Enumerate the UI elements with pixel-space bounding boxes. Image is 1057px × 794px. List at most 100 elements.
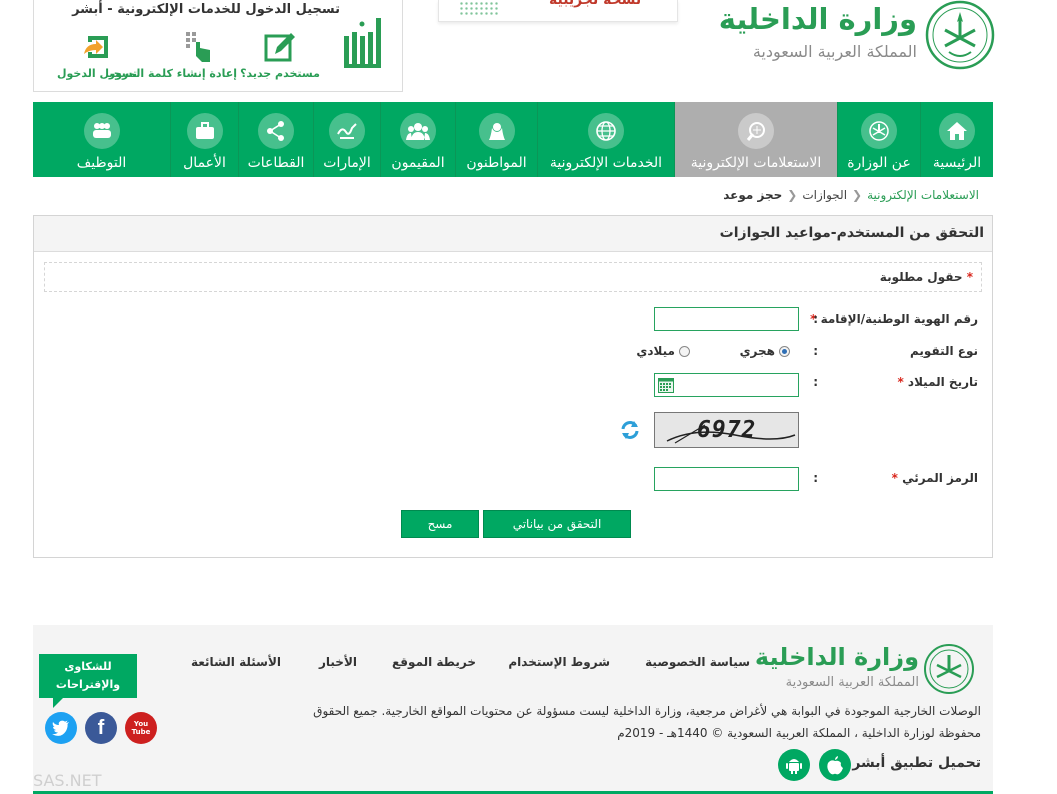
google-play-button[interactable] (778, 749, 810, 781)
footer-ministry-logo[interactable]: وزارة الداخلية المملكة العربية السعودية (755, 643, 975, 703)
birth-date-input[interactable] (654, 373, 799, 397)
youtube-icon: You Tube (131, 720, 151, 736)
home-icon (939, 113, 975, 149)
emirates-icon (329, 113, 365, 149)
watermark: SAS.NET (33, 771, 102, 790)
nav-business[interactable]: الأعمال (170, 102, 238, 177)
required-fields-note: * حقول مطلوبة (44, 262, 982, 292)
nav-residents[interactable]: المقيمون (380, 102, 455, 177)
footer-ministry-name: وزارة الداخلية (754, 643, 919, 671)
breadcrumb-current: حجز موعد (723, 188, 783, 202)
nav-label: الاستعلامات الإلكترونية (690, 155, 822, 171)
footer-link-faq[interactable]: الأسئلة الشائعة (191, 655, 281, 669)
refresh-icon[interactable] (619, 419, 641, 441)
panel-header: التحقق من المستخدم-مواعيد الجوازات (34, 216, 992, 252)
complaints-button[interactable]: للشكاوى والإقتراحات (39, 654, 137, 708)
radio-unselected-icon[interactable] (679, 345, 690, 357)
verification-panel: التحقق من المستخدم-مواعيد الجوازات * حقو… (33, 215, 993, 558)
residents-icon (400, 113, 436, 149)
briefcase-icon (186, 113, 223, 149)
required-star: * (897, 375, 904, 389)
touch-keypad-icon (186, 32, 210, 62)
emblem-icon (861, 113, 897, 149)
pencil-icon (264, 33, 295, 62)
radio-selected-icon[interactable] (779, 345, 790, 357)
required-star: * (966, 270, 973, 284)
captcha-input[interactable] (654, 467, 799, 491)
calendar-icon[interactable] (658, 378, 674, 393)
nav-eservices[interactable]: الخدمات الإلكترونية (537, 102, 674, 177)
ministry-logo[interactable]: وزارة الداخلية المملكة العربية السعودية (719, 0, 995, 80)
birth-date-label-text: تاريخ الميلاد (907, 375, 978, 389)
nav-label: الإمارات (323, 155, 371, 171)
footer-link-privacy[interactable]: سياسة الخصوصية (645, 655, 750, 669)
colon: : (813, 375, 818, 389)
chevron-left-icon: ❮ (787, 188, 798, 202)
login-arrow-icon (84, 36, 108, 58)
absher-logo-icon[interactable] (342, 14, 384, 76)
footer: وزارة الداخلية المملكة العربية السعودية … (33, 625, 993, 794)
banner-text: نسخة تجريبية (549, 0, 642, 8)
apple-icon (827, 756, 843, 775)
clear-button[interactable]: مسح (401, 510, 479, 538)
absher-login-box: تسجيل الدخول للخدمات الإلكترونية - أبشر … (33, 0, 403, 92)
id-label: رقم الهوية الوطنية/الإقامة * (810, 312, 978, 326)
login-label: تسجيل الدخول (56, 67, 137, 80)
footer-link-terms[interactable]: شروط الإستخدام (508, 655, 610, 669)
nav-emirates[interactable]: الإمارات (313, 102, 380, 177)
nav-label: الأعمال (183, 155, 226, 171)
captcha-label-text: الرمز المرئي (902, 471, 978, 485)
captcha-text: 6972 (697, 417, 757, 443)
disclaimer-line-1: الوصلات الخارجية الموجودة في البوابة هي … (313, 704, 981, 718)
twitter-button[interactable] (45, 712, 77, 744)
reset-password-link[interactable]: إعادة إنشاء كلمة المرور (109, 30, 237, 80)
new-user-link[interactable]: مستخدم جديد؟ (240, 30, 320, 80)
ministry-subtitle: المملكة العربية السعودية (752, 42, 917, 61)
gregorian-label: ميلادي (636, 344, 675, 358)
facebook-icon: f (97, 716, 105, 739)
nav-home[interactable]: الرئيسية (920, 102, 993, 177)
footer-ministry-subtitle: المملكة العربية السعودية (785, 675, 919, 690)
new-user-label: مستخدم جديد؟ (240, 67, 320, 80)
hijri-radio[interactable]: هجري (740, 344, 790, 358)
nav-label: المقيمون (391, 155, 445, 171)
login-link[interactable]: تسجيل الدخول (57, 30, 137, 80)
nav-label: الرئيسية (932, 155, 982, 171)
breadcrumb-passports[interactable]: الجوازات (802, 188, 847, 202)
verify-button[interactable]: التحقق من بياناتي (483, 510, 631, 538)
footer-link-sitemap[interactable]: خريطة الموقع (392, 655, 476, 669)
panel-title: التحقق من المستخدم-مواعيد الجوازات (719, 225, 984, 241)
share-nodes-icon (258, 113, 294, 149)
nav-label: الخدمات الإلكترونية (549, 155, 663, 171)
captcha-image: 6972 (654, 412, 799, 448)
nav-citizens[interactable]: المواطنون (455, 102, 537, 177)
gregorian-radio[interactable]: ميلادي (636, 344, 690, 358)
dots-pattern-icon (459, 0, 499, 16)
colon: : (813, 344, 818, 358)
globe-icon (588, 113, 624, 149)
nav-about[interactable]: عن الوزارة (837, 102, 920, 177)
facebook-button[interactable]: f (85, 712, 117, 744)
nav-sectors[interactable]: القطاعات (238, 102, 313, 177)
app-download-title: تحميل تطبيق أبشر (852, 755, 981, 771)
id-number-input[interactable] (654, 307, 799, 331)
disclaimer-line-2: محفوظة لوزارة الداخلية ، المملكة العربية… (617, 726, 981, 740)
android-icon (786, 759, 802, 774)
youtube-button[interactable]: You Tube (125, 712, 157, 744)
nav-employment[interactable]: التوظيف (33, 102, 170, 177)
team-icon (83, 113, 120, 149)
breadcrumb-inquiries[interactable]: الاستعلامات الإلكترونية (867, 188, 979, 202)
calendar-type-label: نوع التقويم (910, 344, 978, 358)
citizen-icon (478, 113, 515, 149)
main-nav: الرئيسية عن الوزارة الاستعلامات الإلكترو… (33, 102, 993, 177)
nav-label: القطاعات (247, 155, 305, 171)
required-star: * (891, 471, 898, 485)
nav-inquiries[interactable]: الاستعلامات الإلكترونية (674, 102, 837, 177)
footer-link-news[interactable]: الأخبار (319, 655, 357, 669)
chevron-left-icon: ❮ (852, 188, 863, 202)
absher-title: تسجيل الدخول للخدمات الإلكترونية - أبشر (72, 2, 340, 17)
colon: : (813, 312, 818, 326)
birth-date-label: تاريخ الميلاد * (897, 375, 978, 389)
breadcrumb: الاستعلامات الإلكترونية ❮ الجوازات ❮ حجز موع… (723, 188, 979, 202)
apple-store-button[interactable] (819, 749, 851, 781)
